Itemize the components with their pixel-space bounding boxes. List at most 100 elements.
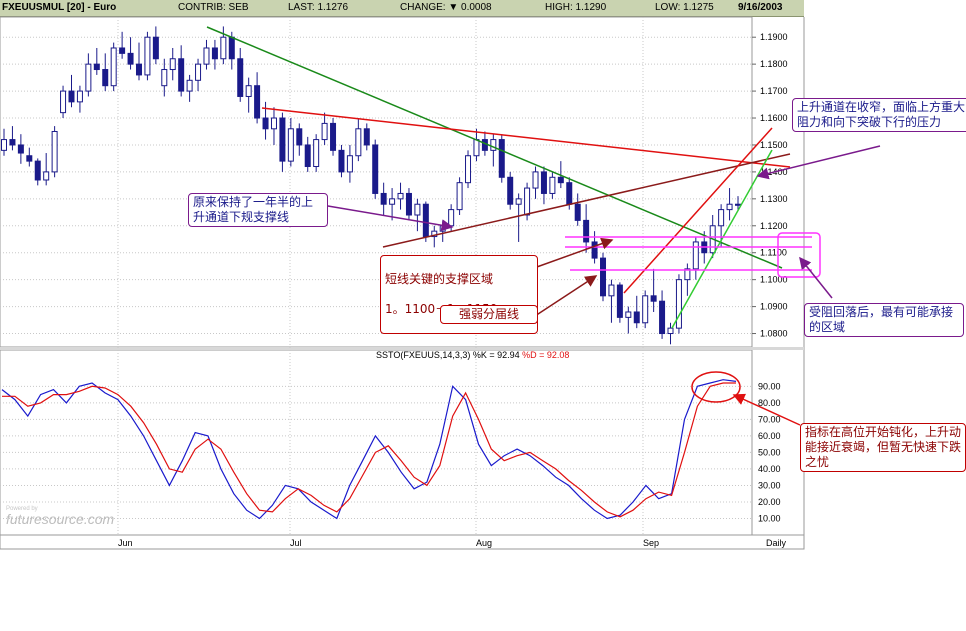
candle-body xyxy=(313,139,320,168)
candle-body xyxy=(43,171,50,181)
candle-body xyxy=(245,85,252,97)
candle-body xyxy=(448,209,455,227)
x-tick-label: Daily xyxy=(766,538,787,548)
candle-body xyxy=(532,171,539,189)
price-tick-label: 1.0800 xyxy=(760,329,788,339)
price-tick-label: 1.1300 xyxy=(760,194,788,204)
candle-body xyxy=(524,187,531,216)
candle-body xyxy=(203,47,210,65)
candle-body xyxy=(507,176,514,205)
candle-body xyxy=(51,130,58,173)
osc-tick-label: 40.00 xyxy=(758,464,781,474)
x-tick-label: Jun xyxy=(118,538,133,548)
x-tick-label: Jul xyxy=(290,538,302,548)
candle-body xyxy=(515,198,522,205)
candle-body xyxy=(237,58,244,97)
price-tick-label: 1.1000 xyxy=(760,275,788,285)
candle-body xyxy=(583,219,590,243)
osc-tick-label: 20.00 xyxy=(758,497,781,507)
candle-body xyxy=(389,198,396,205)
candle-body xyxy=(380,192,387,205)
osc-tick-label: 70.00 xyxy=(758,414,781,424)
candle-body xyxy=(135,63,142,76)
candle-body xyxy=(119,47,126,54)
annotation-year-support: 原来保持了一年半的上升通道下规支撑线 xyxy=(188,193,328,227)
arrow-to-pullback-zone xyxy=(799,256,833,299)
candle-body xyxy=(557,176,564,184)
candle-body xyxy=(566,182,573,205)
annotation-divide-line: 强弱分届线 xyxy=(440,305,538,324)
candle-body xyxy=(456,182,463,211)
candle-body xyxy=(1,139,7,151)
candle-body xyxy=(692,241,699,270)
candle-body xyxy=(405,192,412,216)
candle-body xyxy=(330,122,337,151)
oscillator-pane xyxy=(0,349,753,536)
candle-body xyxy=(296,128,303,146)
candle-body xyxy=(600,257,607,297)
candle-body xyxy=(726,203,733,211)
candle-body xyxy=(659,300,666,335)
candle-body xyxy=(127,52,134,65)
osc-tick-label: 10.00 xyxy=(758,513,781,523)
candle-body xyxy=(616,284,623,318)
candle-body xyxy=(211,47,218,60)
watermark: futuresource.com xyxy=(6,511,114,527)
candle-body xyxy=(675,279,682,329)
candle-body xyxy=(338,149,345,173)
candle-body xyxy=(17,144,24,154)
candle-body xyxy=(169,58,176,71)
candle-body xyxy=(110,47,117,87)
price-tick-label: 1.1900 xyxy=(760,32,788,42)
candle-body xyxy=(633,311,640,324)
candle-body xyxy=(549,176,556,194)
price-tick-label: 1.1700 xyxy=(760,86,788,96)
oscillator-title: SSTO(FXEUUS,14,3,3) %K = 92.94 %D = 92.0… xyxy=(376,350,569,360)
x-tick-label: Aug xyxy=(476,538,492,548)
candle-body xyxy=(186,79,193,92)
price-tick-label: 1.1800 xyxy=(760,59,788,69)
osc-tick-label: 60.00 xyxy=(758,431,781,441)
candle-body xyxy=(262,117,269,130)
candle-body xyxy=(304,144,311,168)
candle-body xyxy=(397,192,404,200)
candle-body xyxy=(60,90,67,114)
price-tick-label: 1.1500 xyxy=(760,140,788,150)
annotation-channel-narrowing: 上升通道在收窄，面临上方重大阻力和向下突破下行的压力 xyxy=(792,98,966,132)
candle-body xyxy=(26,155,33,162)
candle-body xyxy=(439,225,446,232)
candle-body xyxy=(540,171,547,194)
candle-body xyxy=(270,117,277,130)
candle-body xyxy=(490,139,497,151)
arrow-to-channel xyxy=(756,145,881,180)
osc-tick-label: 50.00 xyxy=(758,447,781,457)
candle-body xyxy=(414,203,421,216)
candle-body xyxy=(9,139,16,146)
annotation-key-support: 短线关键的支撑区域 xyxy=(385,272,494,286)
candle-body xyxy=(608,284,615,297)
candle-body xyxy=(279,117,286,162)
candle-body xyxy=(591,241,598,259)
candle-body xyxy=(363,128,370,146)
osc-tick-label: 80.00 xyxy=(758,398,781,408)
candle-body xyxy=(178,58,185,92)
candle-body xyxy=(650,295,657,302)
candle-body xyxy=(76,90,83,103)
candle-body xyxy=(287,128,294,162)
candle-body xyxy=(667,327,674,335)
candle-body xyxy=(372,144,379,194)
candle-body xyxy=(93,63,100,71)
price-tick-label: 1.1600 xyxy=(760,113,788,123)
candle-body xyxy=(254,85,261,119)
candle-body xyxy=(321,122,328,141)
candle-body xyxy=(152,36,159,60)
candle-body xyxy=(735,203,741,206)
candle-body xyxy=(355,128,362,157)
annotation-pullback-zone: 受阻回落后，最有可能承接的区域 xyxy=(804,303,964,337)
candle-body xyxy=(161,69,168,87)
osc-tick-label: 90.00 xyxy=(758,381,781,391)
candle-body xyxy=(195,63,202,81)
candle-body xyxy=(642,295,649,324)
osc-tick-label: 30.00 xyxy=(758,480,781,490)
candle-body xyxy=(220,36,227,60)
